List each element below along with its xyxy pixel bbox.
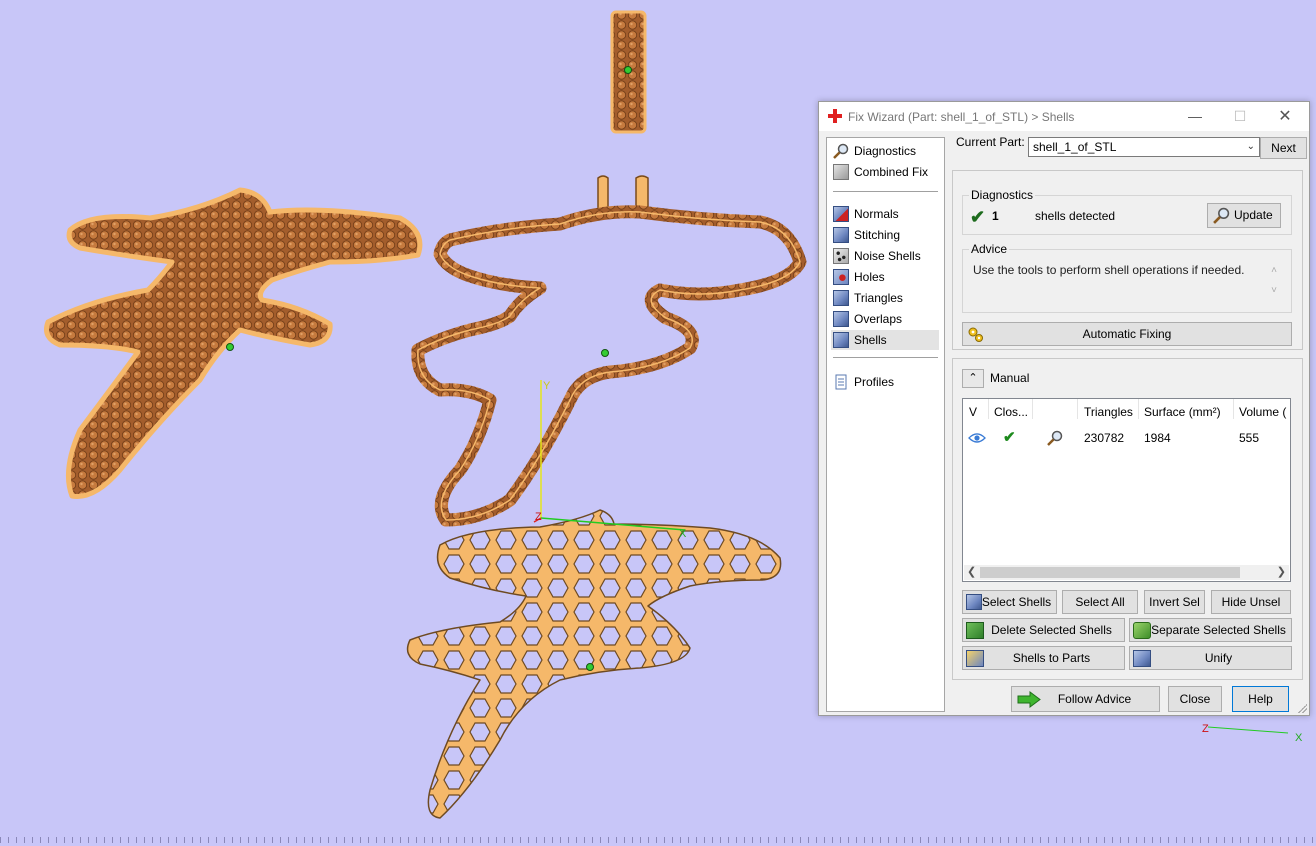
col-separator — [1077, 399, 1078, 419]
help-button[interactable]: Help — [1232, 686, 1289, 712]
col-header-triangles[interactable]: Triangles — [1084, 405, 1133, 419]
collapse-up-icon[interactable]: ⌃ — [962, 369, 984, 388]
cell-triangles: 230782 — [1084, 431, 1125, 445]
mini-x-axis — [1207, 726, 1289, 734]
current-part-select[interactable]: shell_1_of_STL ⌄ — [1028, 137, 1260, 157]
nav-separator — [833, 357, 938, 358]
nav-item-combined-fix[interactable]: Combined Fix — [831, 162, 939, 182]
shells-cube-icon — [833, 332, 849, 348]
title-bar[interactable]: Fix Wizard (Part: shell_1_of_STL) > Shel… — [819, 102, 1309, 131]
green-arrow-right-icon — [1017, 691, 1041, 708]
chevron-down-icon: ⌄ — [1246, 141, 1255, 152]
resize-grip[interactable] — [1297, 703, 1307, 713]
shells-detected-text: shells detected — [1035, 209, 1116, 223]
unify-button[interactable]: Unify — [1129, 646, 1292, 670]
scroll-thumb[interactable] — [980, 567, 1240, 578]
nav-item-shells[interactable]: Shells — [831, 330, 939, 350]
red-cross-icon — [828, 109, 842, 123]
unify-cube-icon — [1133, 650, 1151, 667]
minimize-button[interactable]: — — [1173, 102, 1217, 131]
nav-item-triangles[interactable]: Triangles — [831, 288, 939, 308]
y-axis-label: Y — [543, 380, 551, 392]
advice-text: Use the tools to perform shell operation… — [973, 263, 1245, 277]
holes-cube-icon — [833, 269, 849, 285]
delete-selected-shells-button[interactable]: Delete Selected Shells — [962, 618, 1125, 642]
triangles-cube-icon — [833, 290, 849, 306]
automatic-fixing-button[interactable]: Automatic Fixing — [962, 322, 1292, 346]
select-all-button[interactable]: Select All — [1062, 590, 1138, 614]
magnifier-icon — [833, 143, 849, 159]
delete-cube-icon — [966, 622, 984, 639]
chevron-left-icon[interactable]: ❮ — [967, 565, 976, 578]
advice-scrollbar[interactable]: ˄ ˅ — [1267, 261, 1281, 305]
chevron-right-icon[interactable]: ❯ — [1277, 565, 1286, 578]
current-part-value: shell_1_of_STL — [1033, 140, 1117, 154]
mini-z-axis-label: Z — [1202, 723, 1209, 735]
magnifier-icon — [1213, 207, 1230, 224]
fix-wizard-dialog: Fix Wizard (Part: shell_1_of_STL) > Shel… — [818, 101, 1310, 716]
select-shells-button[interactable]: Select Shells — [962, 590, 1057, 614]
col-separator — [988, 399, 989, 419]
shells-table[interactable]: V Clos... Triangles Surface (mm²) Volume… — [962, 398, 1291, 582]
overlaps-cube-icon — [833, 311, 849, 327]
green-check-icon: ✔ — [1003, 429, 1016, 446]
hide-unselected-button[interactable]: Hide Unsel — [1211, 590, 1291, 614]
nav-item-profiles[interactable]: Profiles — [831, 372, 939, 392]
current-part-label: Current Part: — [956, 135, 1025, 149]
beaded-part-left — [44, 187, 423, 499]
magnifier-icon[interactable] — [1047, 430, 1063, 446]
col-header-volume[interactable]: Volume ( — [1239, 405, 1286, 419]
nav-item-noise-shells[interactable]: Noise Shells — [831, 246, 939, 266]
col-separator — [1138, 399, 1139, 419]
cell-surface: 1984 — [1144, 431, 1171, 445]
col-separator — [1233, 399, 1234, 419]
noise-shells-icon — [833, 248, 849, 264]
diagnostics-caption: Diagnostics — [969, 188, 1036, 202]
maximize-button[interactable]: ☐ — [1218, 102, 1262, 131]
nav-item-diagnostics[interactable]: Diagnostics — [831, 141, 939, 161]
table-horizontal-scrollbar[interactable]: ❮ ❯ — [964, 565, 1289, 580]
follow-advice-button[interactable]: Follow Advice — [1011, 686, 1160, 712]
cube-icon — [833, 164, 849, 180]
shells-to-parts-icon — [966, 650, 984, 667]
shell-count: 1 — [992, 209, 999, 223]
z-axis-label: Z — [535, 511, 542, 523]
cell-volume: 555 — [1239, 431, 1260, 445]
nav-separator — [833, 191, 938, 192]
close-button[interactable]: Close — [1168, 686, 1222, 712]
stitching-cube-icon — [833, 227, 849, 243]
nav-item-overlaps[interactable]: Overlaps — [831, 309, 939, 329]
document-icon — [835, 374, 847, 390]
col-separator — [1032, 399, 1033, 419]
nav-item-normals[interactable]: Normals — [831, 204, 939, 224]
honeycomb-part — [406, 509, 782, 819]
window-close-button[interactable]: ✕ — [1263, 102, 1307, 131]
beaded-outline-middle — [411, 205, 807, 527]
x-axis-label: X — [679, 528, 687, 540]
nav-item-stitching[interactable]: Stitching — [831, 225, 939, 245]
shells-to-parts-button[interactable]: Shells to Parts — [962, 646, 1125, 670]
separate-arrow-icon — [1133, 622, 1151, 639]
update-button[interactable]: Update — [1207, 203, 1281, 228]
col-header-v[interactable]: V — [969, 405, 977, 419]
col-header-closed[interactable]: Clos... — [994, 405, 1028, 419]
normals-cube-icon — [833, 206, 849, 222]
green-check-icon: ✔ — [970, 207, 986, 227]
col-header-surface[interactable]: Surface (mm²) — [1144, 405, 1221, 419]
wizard-nav-list: Diagnostics Combined Fix Normals Stitchi… — [826, 137, 945, 712]
gears-icon — [968, 327, 983, 342]
nav-item-holes[interactable]: Holes — [831, 267, 939, 287]
mini-x-axis-label: X — [1295, 732, 1303, 744]
separate-selected-shells-button[interactable]: Separate Selected Shells — [1129, 618, 1292, 642]
bottom-ruler — [0, 837, 1316, 843]
window-title: Fix Wizard (Part: shell_1_of_STL) > Shel… — [848, 110, 1075, 124]
advice-caption: Advice — [969, 242, 1010, 256]
select-cube-icon — [966, 594, 982, 610]
eye-icon[interactable] — [968, 432, 986, 444]
manual-label: Manual — [990, 371, 1030, 385]
invert-selection-button[interactable]: Invert Sel — [1144, 590, 1205, 614]
next-button[interactable]: Next — [1260, 137, 1307, 159]
